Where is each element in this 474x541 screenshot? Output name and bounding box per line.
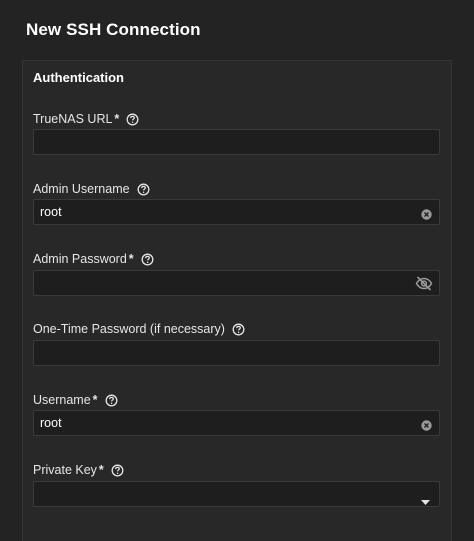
clear-icon[interactable] (421, 418, 432, 431)
clear-icon[interactable] (421, 207, 432, 220)
truenas-url-input[interactable] (33, 129, 440, 155)
otp-input[interactable] (33, 340, 440, 366)
section-title: Authentication (33, 70, 124, 85)
private-key-select[interactable] (33, 481, 440, 507)
help-icon[interactable] (111, 464, 124, 477)
dialog-header: New SSH Connection (0, 0, 474, 60)
otp-label: One-Time Password (if necessary) (33, 322, 245, 336)
help-icon[interactable] (126, 113, 139, 126)
private-key-label: Private Key * (33, 463, 124, 477)
username-value: root (40, 416, 62, 430)
required-marker: * (128, 252, 134, 266)
admin-password-label-text: Admin Password (33, 252, 127, 266)
username-label: Username * (33, 393, 118, 407)
username-input[interactable]: root (33, 410, 440, 436)
admin-username-label-text: Admin Username (33, 182, 130, 196)
admin-username-value: root (40, 205, 62, 219)
admin-username-label: Admin Username (33, 182, 150, 196)
eye-off-icon[interactable] (415, 276, 433, 291)
help-icon[interactable] (137, 183, 150, 196)
admin-password-input[interactable] (33, 270, 440, 296)
caret-down-icon[interactable] (421, 492, 430, 505)
required-marker: * (98, 463, 104, 477)
private-key-label-text: Private Key (33, 463, 97, 477)
help-icon[interactable] (141, 253, 154, 266)
admin-password-label: Admin Password * (33, 252, 154, 266)
otp-label-text: One-Time Password (if necessary) (33, 322, 225, 336)
required-marker: * (92, 393, 98, 407)
authentication-section: Authentication TrueNAS URL * Admin Userna… (22, 60, 452, 541)
help-icon[interactable] (232, 323, 245, 336)
truenas-url-label: TrueNAS URL * (33, 112, 139, 126)
admin-username-input[interactable]: root (33, 199, 440, 225)
username-label-text: Username (33, 393, 91, 407)
dialog-title: New SSH Connection (26, 20, 201, 39)
truenas-url-label-text: TrueNAS URL (33, 112, 113, 126)
required-marker: * (114, 112, 120, 126)
help-icon[interactable] (105, 394, 118, 407)
